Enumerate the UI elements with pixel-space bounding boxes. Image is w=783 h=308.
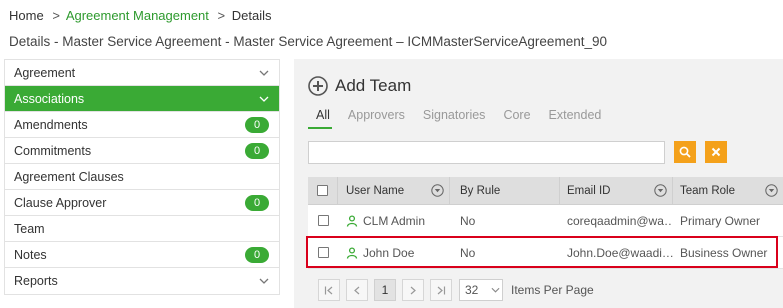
items-per-page-label: Items Per Page [511,283,594,297]
last-page-button[interactable] [430,279,452,301]
sidebar-item-label: Team [14,221,45,236]
tab-signatories[interactable]: Signatories [423,108,486,128]
select-all-checkbox[interactable] [317,185,328,196]
sidebar-item-clause-approver[interactable]: Clause Approver 0 [5,190,279,216]
search-button[interactable] [674,141,696,163]
sidebar-item-label: Reports [14,274,58,288]
current-page[interactable]: 1 [374,279,396,301]
sidebar-item-label: Agreement Clauses [14,169,124,184]
chevron-down-icon [257,94,271,104]
user-name-cell: John Doe [338,246,450,260]
sidebar: Agreement Associations Amendments 0 Comm… [4,59,280,295]
close-icon [711,147,721,157]
last-page-icon [437,286,446,294]
sidebar-item-label: Agreement [14,65,76,80]
search-icon [679,146,691,158]
prev-page-button[interactable] [346,279,368,301]
user-name-cell: CLM Admin [338,214,450,228]
count-badge: 0 [245,116,269,133]
column-header-by-rule[interactable]: By Rule [450,176,560,205]
next-page-button[interactable] [402,279,424,301]
sidebar-item-agreement[interactable]: Agreement [5,60,279,86]
row-checkbox[interactable] [317,247,329,258]
team-table: User Name By Rule Email ID Team Role CLM… [308,176,783,269]
page-size-select[interactable]: 32 [459,279,503,301]
tab-approvers[interactable]: Approvers [348,108,405,128]
add-team-button[interactable]: Add Team [308,76,411,96]
sidebar-item-team[interactable]: Team [5,216,279,242]
chevron-left-icon [354,286,360,294]
user-icon [346,246,358,259]
user-name: CLM Admin [363,213,426,228]
table-row[interactable]: John Doe No John.Doe@waadi… Business Own… [308,237,783,269]
sidebar-item-label: Associations [14,91,85,106]
column-header-user-name[interactable]: User Name [338,176,450,205]
clear-button[interactable] [705,141,727,163]
breadcrumb-details: Details [231,8,272,23]
add-team-label: Add Team [335,76,412,95]
team-role-cell: Primary Owner [680,213,761,228]
chevron-down-icon [257,68,271,78]
pagination: 1 32 Items Per Page [318,279,594,301]
row-checkbox[interactable] [317,215,329,226]
breadcrumb-separator: > [52,8,60,23]
sidebar-item-notes[interactable]: Notes 0 [5,242,279,268]
breadcrumb-home[interactable]: Home [9,8,44,23]
filter-icon[interactable] [765,183,778,197]
page-title: Details - Master Service Agreement - Mas… [9,34,607,49]
row-select-cell [308,247,338,258]
team-panel: Add Team All Approvers Signatories Core … [294,59,783,308]
table-header: User Name By Rule Email ID Team Role [308,176,783,205]
by-rule-cell: No [460,245,476,260]
sidebar-item-amendments[interactable]: Amendments 0 [5,112,279,138]
breadcrumb-agreement-management[interactable]: Agreement Management [66,8,209,23]
column-header-label: Email ID [567,184,611,197]
team-role-cell: Business Owner [680,245,768,260]
tab-all[interactable]: All [316,108,330,128]
plus-circle-icon [308,76,328,96]
column-header-label: User Name [346,184,405,197]
sidebar-item-label: Amendments [14,117,88,132]
column-header-team-role[interactable]: Team Role [673,177,783,205]
table-row[interactable]: CLM Admin No coreqaadmin@wa… Primary Own… [308,205,783,237]
sidebar-item-associations[interactable]: Associations [5,86,279,112]
sidebar-item-agreement-clauses[interactable]: Agreement Clauses [5,164,279,190]
by-rule-cell: No [460,213,476,228]
chevron-right-icon [410,286,416,294]
sidebar-item-label: Commitments [14,143,92,158]
first-page-icon [324,286,333,294]
email-cell: coreqaadmin@wa… [567,213,673,228]
column-header-label: By Rule [460,184,501,197]
sidebar-item-reports[interactable]: Reports [5,268,279,294]
breadcrumb-separator: > [217,8,226,23]
count-badge: 0 [245,142,269,159]
select-all-cell [308,176,338,205]
sidebar-item-commitments[interactable]: Commitments 0 [5,138,279,164]
sidebar-item-label: Notes [14,247,47,262]
team-tabs: All Approvers Signatories Core Extended [316,108,619,128]
count-badge: 0 [245,194,269,211]
filter-icon[interactable] [654,183,667,197]
active-tab-indicator [308,127,332,129]
breadcrumb: Home > Agreement Management > Details [9,8,272,24]
tab-core[interactable]: Core [503,108,530,128]
sidebar-item-label: Clause Approver [14,195,107,210]
chevron-down-icon [488,285,502,295]
column-header-label: Team Role [680,184,735,197]
user-icon [346,214,358,227]
user-name: John Doe [363,245,415,260]
filter-icon[interactable] [431,183,444,197]
first-page-button[interactable] [318,279,340,301]
column-header-email-id[interactable]: Email ID [560,176,673,205]
row-select-cell [308,215,338,226]
count-badge: 0 [245,246,269,263]
chevron-down-icon [257,276,271,286]
page-size-value: 32 [465,283,479,297]
search-input[interactable] [308,141,665,164]
email-cell: John.Doe@waadi… [567,245,673,260]
tab-extended[interactable]: Extended [549,108,602,128]
